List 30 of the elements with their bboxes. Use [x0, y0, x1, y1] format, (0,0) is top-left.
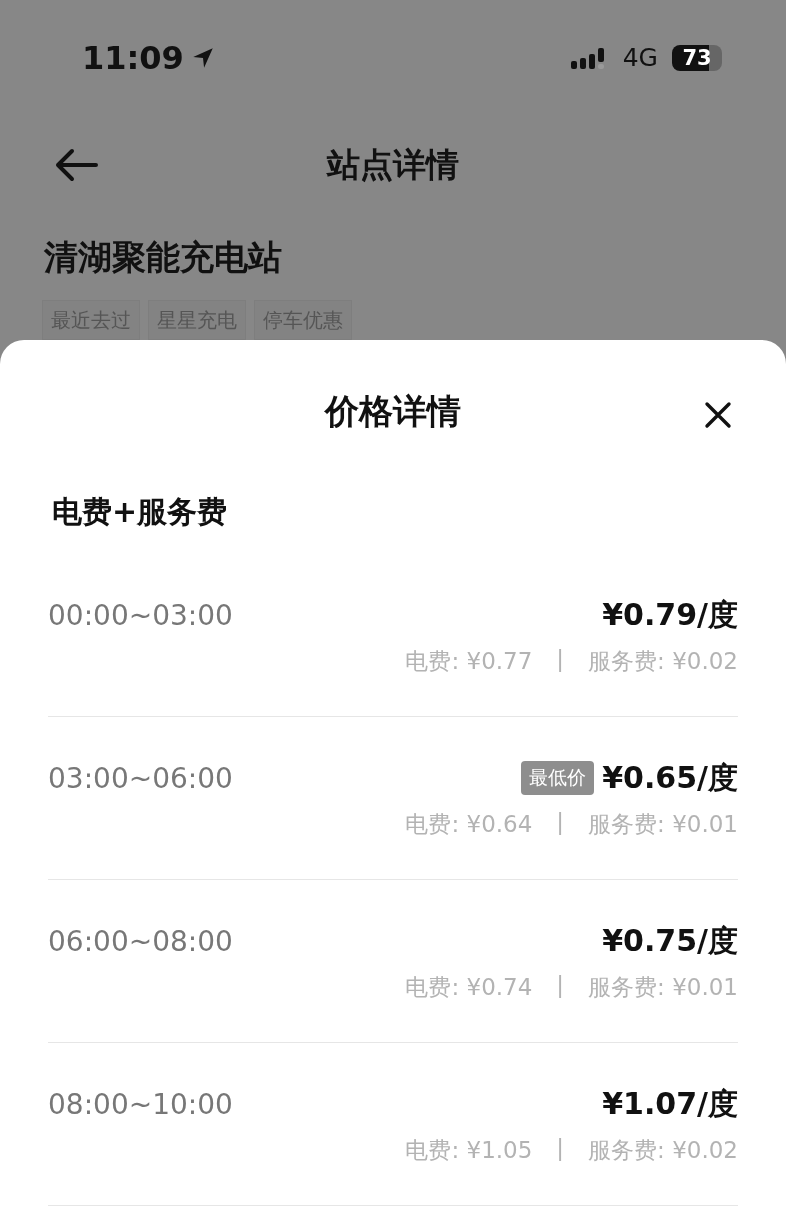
back-arrow-icon[interactable]	[54, 148, 98, 182]
status-time: 11:09	[82, 38, 184, 77]
separator: |	[556, 646, 565, 674]
service-fee: 服务费: ¥0.01	[588, 973, 738, 1002]
close-icon[interactable]	[704, 401, 732, 429]
battery-icon: 73	[672, 44, 722, 71]
service-fee: 服务费: ¥0.01	[588, 810, 738, 839]
electricity-fee: 电费: ¥0.77	[405, 647, 533, 676]
time-range: 03:00~06:00	[48, 761, 233, 795]
service-fee: 服务费: ¥0.02	[588, 1136, 738, 1165]
sheet-title: 价格详情	[325, 390, 461, 433]
separator: |	[556, 1135, 565, 1163]
electricity-fee: 电费: ¥0.74	[405, 973, 533, 1002]
page-title: 站点详情	[327, 143, 459, 186]
separator: |	[556, 972, 565, 1000]
unit-price: ¥0.65/度	[602, 758, 738, 797]
unit-price: ¥0.75/度	[602, 921, 738, 960]
unit-price: ¥1.07/度	[602, 1084, 738, 1123]
unit-price: ¥0.79/度	[602, 595, 738, 634]
electricity-fee: 电费: ¥0.64	[405, 810, 533, 839]
time-range: 08:00~10:00	[48, 1087, 233, 1121]
station-name: 清湖聚能充电站	[43, 236, 283, 279]
service-fee: 服务费: ¥0.02	[588, 647, 738, 676]
section-heading: 电费+服务费	[51, 493, 229, 531]
time-range: 00:00~03:00	[48, 598, 233, 632]
separator: |	[556, 809, 565, 837]
electricity-fee: 电费: ¥1.05	[405, 1136, 533, 1165]
lowest-price-badge: 最低价	[521, 761, 595, 795]
time-range: 06:00~08:00	[48, 924, 233, 958]
network-label: 4G	[622, 43, 658, 72]
